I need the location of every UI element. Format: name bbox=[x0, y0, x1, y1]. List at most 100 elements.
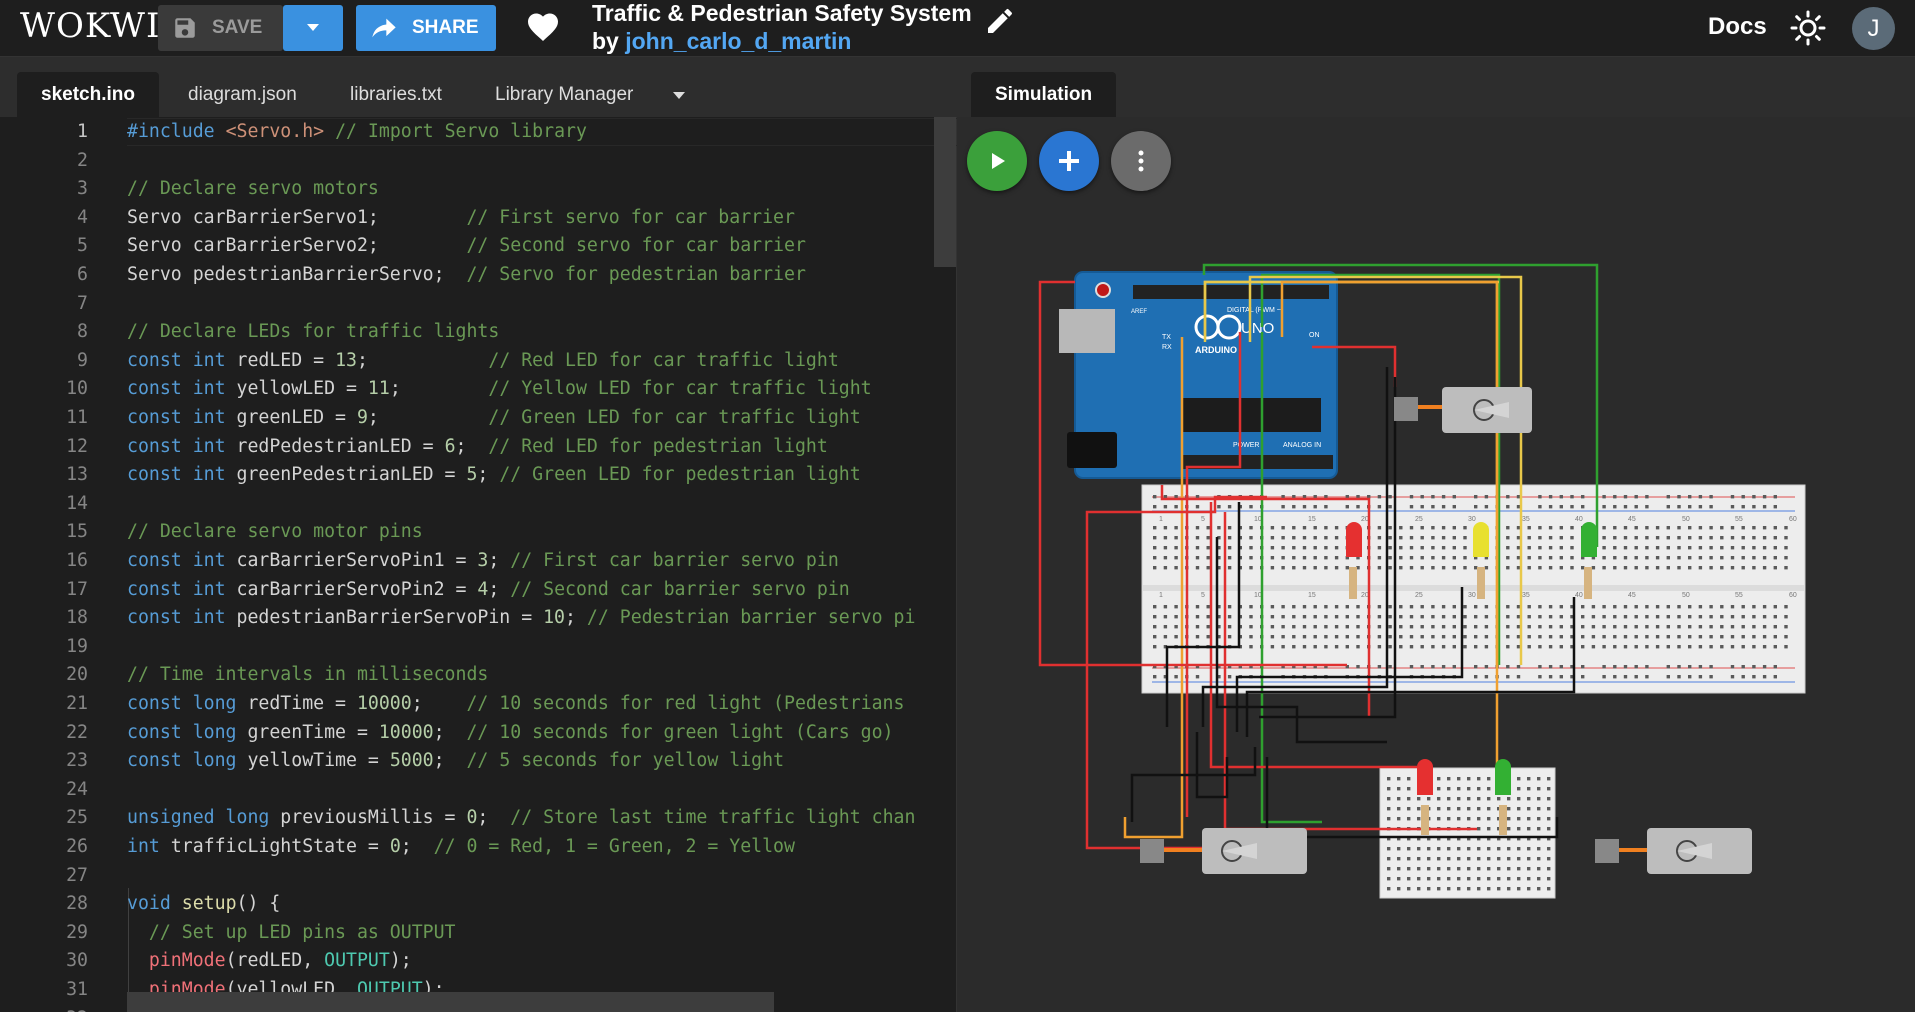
breadboard-hole bbox=[1698, 625, 1703, 629]
breadboard-hole bbox=[1709, 615, 1713, 619]
breadboard-hole bbox=[1507, 797, 1511, 801]
breadboard-hole bbox=[1420, 615, 1424, 619]
breadboard-hole bbox=[1527, 526, 1531, 530]
breadboard-hole bbox=[1474, 645, 1478, 649]
breadboard-hole bbox=[1377, 605, 1382, 609]
breadboard-hole bbox=[1388, 526, 1392, 530]
save-options-button[interactable] bbox=[283, 5, 343, 51]
code-line[interactable]: 27 bbox=[0, 862, 957, 891]
arduino-uno-board[interactable]: UNO ARDUINO DIGITAL (PWM ~) POWER ANALOG… bbox=[1059, 271, 1338, 479]
tab-diagram-json[interactable]: diagram.json bbox=[164, 72, 321, 117]
breadboard-hole bbox=[1206, 566, 1210, 570]
code-text: int trafficLightState = 0; // 0 = Red, 1… bbox=[127, 833, 795, 862]
code-line[interactable]: 25 unsigned long previousMillis = 0; // S… bbox=[0, 804, 957, 833]
on-label: ON bbox=[1309, 332, 1320, 339]
breadboard-hole bbox=[1437, 807, 1441, 811]
breadboard-hole bbox=[1334, 635, 1339, 639]
breadboard-hole bbox=[1334, 615, 1339, 619]
code-line[interactable]: 15 // Declare servo motor pins bbox=[0, 518, 957, 547]
breadboard-hole bbox=[1356, 645, 1360, 649]
code-line[interactable]: 10 const int yellowLED = 11; // Yellow LE… bbox=[0, 375, 957, 404]
tab-sketch-ino[interactable]: sketch.ino bbox=[17, 72, 159, 117]
code-line[interactable]: 14 bbox=[0, 490, 957, 519]
code-line[interactable]: 16 const int carBarrierServoPin1 = 3; // … bbox=[0, 547, 957, 576]
save-button[interactable]: SAVE bbox=[158, 5, 283, 51]
breadboard-hole bbox=[1345, 635, 1349, 639]
top-bar: WOKWI SAVE SHARE Traffic & Pedestrian Sa… bbox=[0, 0, 1915, 57]
breadboard-column-label: 30 bbox=[1468, 516, 1476, 523]
breadboard-hole bbox=[1467, 807, 1471, 811]
code-line[interactable]: 19 bbox=[0, 633, 957, 662]
code-line[interactable]: 26 int trafficLightState = 0; // 0 = Red,… bbox=[0, 833, 957, 862]
breadboard-hole bbox=[1516, 546, 1521, 550]
code-line[interactable]: 5 Servo carBarrierServo2; // Second servo… bbox=[0, 232, 957, 261]
code-line[interactable]: 22 const long greenTime = 10000; // 10 se… bbox=[0, 719, 957, 748]
code-line[interactable]: 30 pinMode(redLED, OUTPUT); bbox=[0, 947, 957, 976]
pedestrian-barrier-servo[interactable] bbox=[1595, 828, 1752, 874]
code-line[interactable]: 8 // Declare LEDs for traffic lights bbox=[0, 318, 957, 347]
breadboard-hole bbox=[1730, 505, 1735, 509]
code-line[interactable]: 24 bbox=[0, 776, 957, 805]
tab-simulation[interactable]: Simulation bbox=[971, 72, 1117, 117]
author-link[interactable]: john_carlo_d_martin bbox=[625, 28, 851, 54]
more-tabs-chevron-down-icon[interactable] bbox=[672, 87, 686, 105]
breadboard-hole bbox=[1613, 556, 1617, 560]
code-line[interactable]: 9 const int redLED = 13; // Red LED for c… bbox=[0, 347, 957, 376]
code-line[interactable]: 12 const int redPedestrianLED = 6; // Red… bbox=[0, 433, 957, 462]
breadboard-hole bbox=[1677, 615, 1681, 619]
edit-title-pencil-icon[interactable] bbox=[984, 5, 1016, 42]
tab-library-manager[interactable]: Library Manager bbox=[471, 72, 657, 117]
breadboard-hole bbox=[1399, 556, 1403, 560]
circuit-diagram[interactable]: UNO ARDUINO DIGITAL (PWM ~) POWER ANALOG… bbox=[957, 117, 1915, 1012]
breadboard-hole bbox=[1163, 536, 1168, 540]
code-line[interactable]: 3 // Declare servo motors bbox=[0, 175, 957, 204]
small-breadboard[interactable] bbox=[1379, 767, 1556, 899]
code-line[interactable]: 18 const int pedestrianBarrierServoPin = … bbox=[0, 604, 957, 633]
breadboard-hole bbox=[1559, 495, 1563, 499]
code-token: 5000 bbox=[389, 750, 434, 772]
main-breadboard[interactable]: 1155101015152020252530303535404045455050… bbox=[1141, 484, 1806, 694]
reset-button[interactable] bbox=[1095, 282, 1111, 298]
breadboard-hole bbox=[1153, 546, 1157, 550]
code-text: Servo carBarrierServo2; // Second servo … bbox=[127, 232, 806, 261]
code-line[interactable]: 1 #include <Servo.h> // Import Servo libr… bbox=[0, 118, 957, 147]
code-token: // 10 seconds for green light (Cars go) bbox=[444, 721, 894, 743]
code-line[interactable]: 28 void setup() { bbox=[0, 890, 957, 919]
code-token: // Second servo for car barrier bbox=[466, 235, 806, 257]
code-line[interactable]: 2 bbox=[0, 147, 957, 176]
code-line[interactable]: 7 bbox=[0, 290, 957, 319]
code-line[interactable]: 13 const int greenPedestrianLED = 5; // G… bbox=[0, 461, 957, 490]
car-barrier-servo-2[interactable] bbox=[1140, 828, 1307, 874]
breadboard-hole bbox=[1602, 635, 1606, 639]
car-barrier-servo-1[interactable] bbox=[1394, 387, 1532, 433]
breadboard-hole bbox=[1427, 857, 1431, 861]
code-line[interactable]: 23 const long yellowTime = 5000; // 5 sec… bbox=[0, 747, 957, 776]
docs-link[interactable]: Docs bbox=[1708, 13, 1767, 41]
breadboard-hole bbox=[1302, 536, 1307, 540]
code-text: #include <Servo.h> // Import Servo libra… bbox=[127, 118, 587, 147]
code-line[interactable]: 20 // Time intervals in milliseconds bbox=[0, 661, 957, 690]
wokwi-logo[interactable]: WOKWI bbox=[20, 6, 160, 46]
code-line[interactable]: 29 // Set up LED pins as OUTPUT bbox=[0, 919, 957, 948]
editor-vertical-scrollbar[interactable] bbox=[934, 117, 956, 267]
breadboard-hole bbox=[1752, 615, 1756, 619]
tab-libraries-txt[interactable]: libraries.txt bbox=[326, 72, 466, 117]
breadboard-hole bbox=[1602, 625, 1606, 629]
theme-toggle-sun-icon[interactable] bbox=[1790, 10, 1826, 51]
code-line[interactable]: 4 Servo carBarrierServo1; // First servo … bbox=[0, 204, 957, 233]
code-line[interactable]: 21 const long redTime = 10000; // 10 seco… bbox=[0, 690, 957, 719]
breadboard-hole bbox=[1741, 505, 1745, 509]
code-line[interactable]: 6 Servo pedestrianBarrierServo; // Servo … bbox=[0, 261, 957, 290]
heart-icon[interactable] bbox=[525, 9, 561, 50]
breadboard-hole bbox=[1527, 887, 1531, 891]
editor-horizontal-scrollbar[interactable] bbox=[127, 992, 774, 1012]
code-area[interactable]: 1 #include <Servo.h> // Import Servo libr… bbox=[0, 117, 957, 1012]
analog-pins-label: ANALOG IN bbox=[1283, 442, 1321, 449]
breadboard-hole bbox=[1602, 546, 1606, 550]
share-button[interactable]: SHARE bbox=[356, 5, 496, 51]
code-line[interactable]: 11 const int greenLED = 9; // Green LED f… bbox=[0, 404, 957, 433]
code-line[interactable]: 17 const int carBarrierServoPin2 = 4; // … bbox=[0, 576, 957, 605]
breadboard-hole bbox=[1420, 625, 1424, 629]
user-avatar[interactable]: J bbox=[1852, 7, 1895, 50]
breadboard-hole bbox=[1537, 807, 1541, 811]
